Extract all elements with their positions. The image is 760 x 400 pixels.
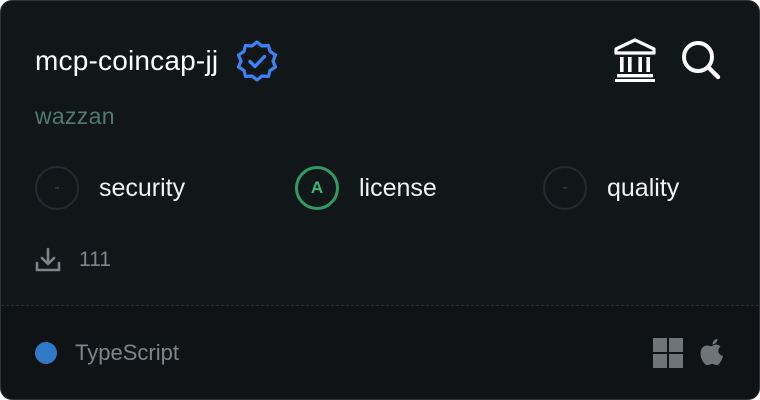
download-count: 111 xyxy=(35,245,111,275)
language-tag: TypeScript xyxy=(35,339,179,367)
card-footer: TypeScript xyxy=(1,306,759,399)
verified-badge-icon xyxy=(234,38,280,84)
server-card[interactable]: mcp-coincap-jj wazzan - security A licen… xyxy=(0,0,760,400)
apple-icon xyxy=(699,338,725,368)
download-icon xyxy=(35,247,61,273)
score-label: license xyxy=(359,174,437,202)
card-actions xyxy=(613,37,723,83)
grade-indicator: - xyxy=(35,166,79,210)
score-label: quality xyxy=(607,174,680,202)
windows-icon xyxy=(653,338,683,368)
quality-score: - quality xyxy=(543,165,679,211)
server-title[interactable]: mcp-coincap-jj xyxy=(35,43,218,79)
license-score: A license xyxy=(295,165,437,211)
grade-indicator: A xyxy=(295,166,339,210)
platform-icons xyxy=(653,338,725,368)
language-name: TypeScript xyxy=(75,340,179,365)
author-name[interactable]: wazzan xyxy=(35,102,115,130)
language-color-dot xyxy=(35,342,57,364)
grade-indicator: - xyxy=(543,166,587,210)
bank-icon[interactable] xyxy=(613,37,657,83)
title-row: mcp-coincap-jj xyxy=(35,38,280,84)
security-score: - security xyxy=(35,165,185,211)
score-label: security xyxy=(99,174,186,202)
search-icon[interactable] xyxy=(679,37,723,83)
download-count-value: 111 xyxy=(79,248,111,271)
